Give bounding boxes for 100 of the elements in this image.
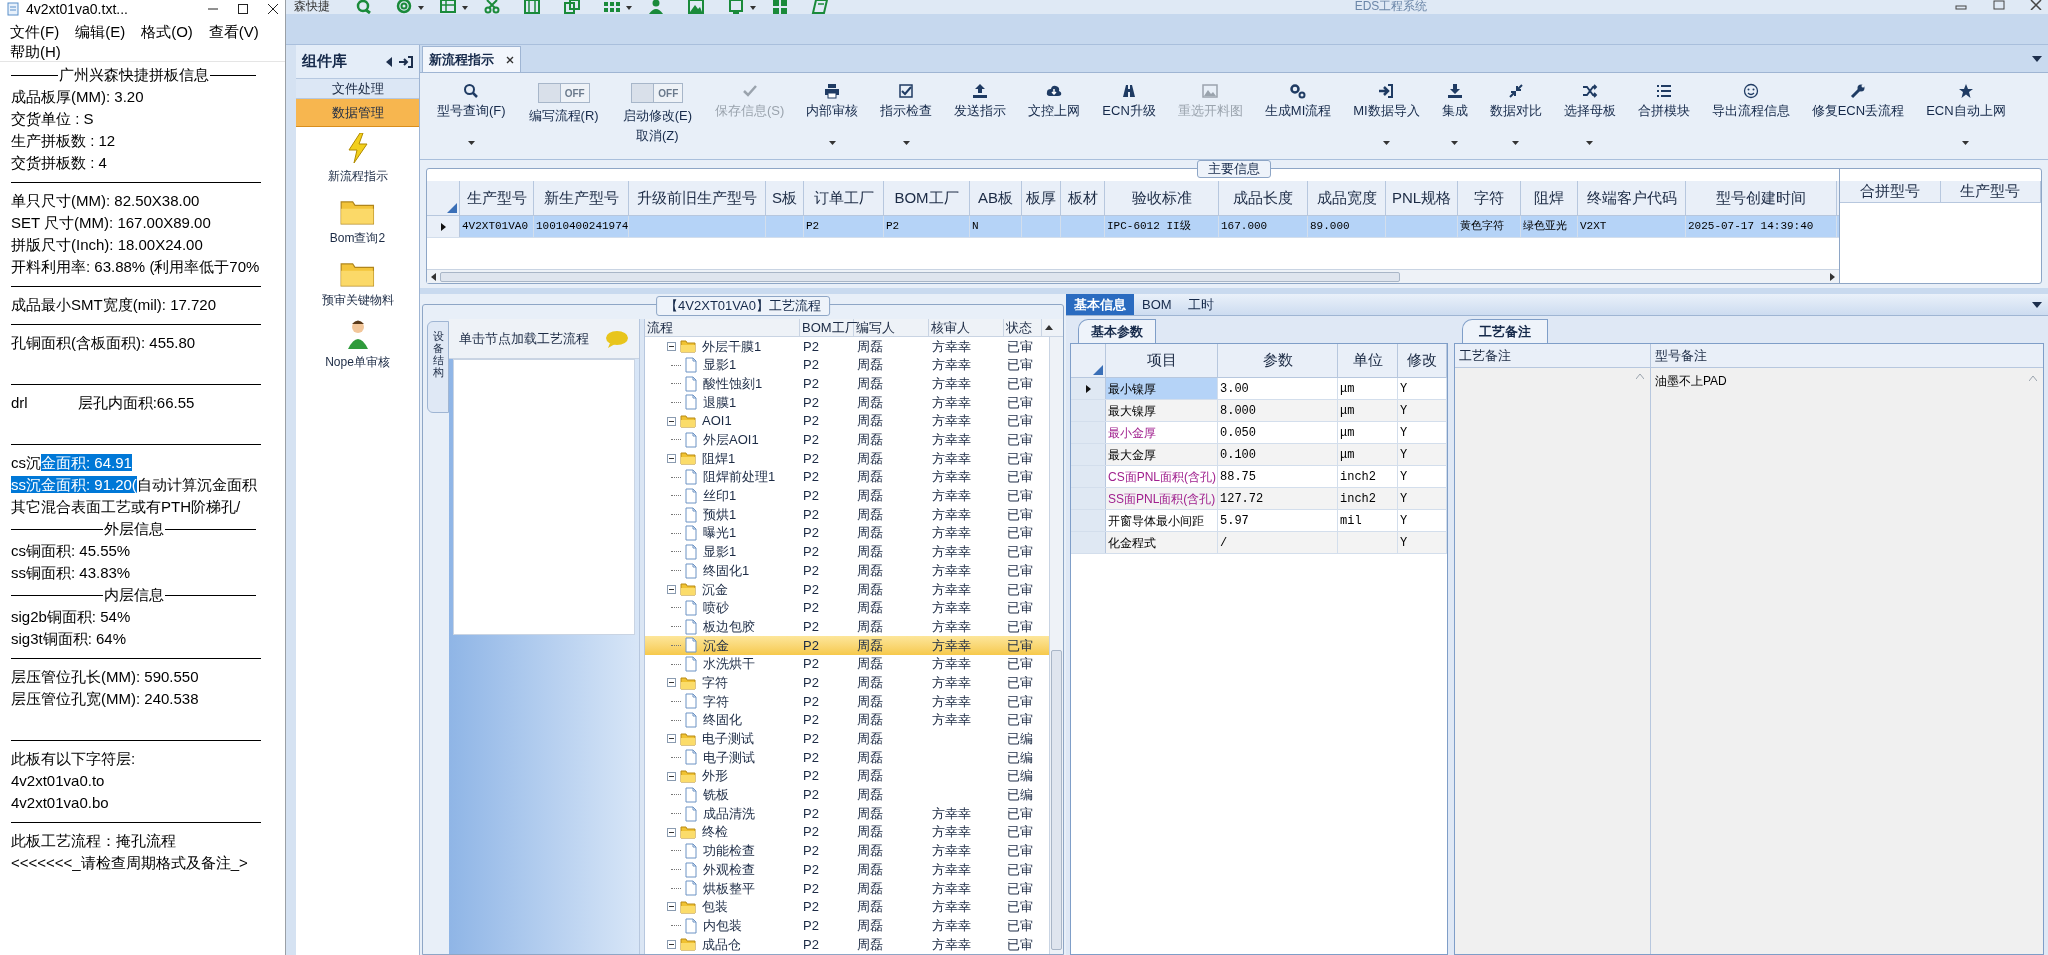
column-header[interactable]: S板	[766, 181, 804, 215]
collapse-icon[interactable]	[667, 453, 676, 463]
column-header[interactable]: PNL规格	[1386, 181, 1458, 215]
column-header[interactable]: 成品宽度	[1308, 181, 1386, 215]
film-icon[interactable]	[523, 0, 541, 14]
close-icon[interactable]	[267, 3, 279, 15]
caret-icon[interactable]	[626, 6, 632, 10]
tab[interactable]: 新流程指示	[422, 46, 521, 72]
sidebar-item[interactable]: Nope单审核	[325, 353, 390, 371]
collapse-icon[interactable]	[667, 827, 676, 837]
column-header[interactable]: 生产型号	[460, 181, 534, 215]
caret-icon[interactable]	[418, 6, 424, 10]
tree-row[interactable]: 喷砂 P2 周磊 方幸幸 已审	[645, 598, 1049, 618]
collapse-icon[interactable]	[667, 902, 676, 912]
column-header[interactable]: 单位	[1338, 344, 1398, 377]
tree-row[interactable]: 沉金 P2 周磊 方幸幸 已审	[645, 579, 1049, 599]
column-header[interactable]: 订单工厂	[804, 181, 884, 215]
menu-item[interactable]: 文件(F)	[8, 22, 62, 42]
toggle-switch[interactable]: OFF	[537, 83, 590, 103]
close-icon[interactable]	[2030, 0, 2042, 10]
tree-row[interactable]: 阻焊前处理1 P2 周磊 方幸幸 已审	[645, 467, 1049, 487]
caret-icon[interactable]	[750, 6, 756, 10]
picture-icon[interactable]	[687, 0, 705, 14]
table-row[interactable]: 最大金厚 0.100 μm Y	[1071, 444, 1447, 466]
tree-row[interactable]: 内包装 P2 周磊 方幸幸 已审	[645, 916, 1049, 935]
table-row[interactable]: 4V2XT01VA0 10010400241974 P2 P2 N IPC-6012 II级 167.000 89.000 黄色字符 绿色亚光 V2XT 2025-07-17 14:39:40	[427, 216, 1839, 238]
tree-row[interactable]: 沉金 P2 周磊 方幸幸 已审	[645, 636, 1049, 655]
column-header[interactable]: 型号备注	[1651, 344, 2043, 368]
scroll-left-icon[interactable]	[431, 272, 436, 281]
tab[interactable]: BOM	[1134, 294, 1180, 315]
column-header[interactable]: 型号创建时间	[1686, 181, 1837, 215]
column-header[interactable]: 生产型号	[1940, 181, 2041, 202]
tree-row[interactable]: 丝印1 P2 周磊 方幸幸 已审	[645, 486, 1049, 506]
tree-row[interactable]: AOI1 P2 周磊 方幸幸 已审	[645, 411, 1049, 431]
toggle-switch[interactable]: OFF	[631, 83, 684, 103]
toolbar-button[interactable]: 指示检查	[871, 83, 942, 145]
collapse-icon[interactable]	[667, 734, 676, 744]
tree-row[interactable]: 外层AOI1 P2 周磊 方幸幸 已审	[645, 430, 1049, 450]
book-icon[interactable]	[811, 0, 829, 14]
column-header[interactable]: 工艺备注	[1455, 344, 1650, 368]
toolbar-button[interactable]: 导出流程信息	[1702, 83, 1799, 119]
tree-row[interactable]: 字符 P2 周磊 方幸幸 已审	[645, 673, 1049, 693]
column-header[interactable]: 升级前旧生产型号	[629, 181, 766, 215]
tree-row[interactable]: 外观检查 P2 周磊 方幸幸 已审	[645, 860, 1049, 879]
tree-row[interactable]: 外形 P2 周磊 已编	[645, 766, 1049, 786]
toolbar-button[interactable]: MI数据导入	[1344, 83, 1429, 145]
tab[interactable]: 工时	[1179, 294, 1222, 315]
tree-row[interactable]: 退膜1 P2 周磊 方幸幸 已审	[645, 393, 1049, 412]
menu-item[interactable]: 查看(V)	[206, 22, 261, 42]
scroll-right-icon[interactable]	[1830, 272, 1835, 281]
column-header[interactable]: 成品长度	[1219, 181, 1308, 215]
table-icon[interactable]	[439, 0, 457, 14]
toolbar-button[interactable]: 内部审核	[797, 83, 868, 145]
tree-row[interactable]: 成品清洗 P2 周磊 方幸幸 已审	[645, 804, 1049, 823]
windows-icon[interactable]	[771, 0, 789, 14]
tree-row[interactable]: 电子测试 P2 周磊 已编	[645, 729, 1049, 749]
caret-icon[interactable]	[462, 6, 468, 10]
tablet-icon[interactable]	[727, 0, 745, 14]
menu-item[interactable]: 帮助(H)	[8, 42, 63, 62]
column-header[interactable]: 终端客户代码	[1578, 181, 1686, 215]
maximize-icon[interactable]	[237, 3, 249, 15]
tree-row[interactable]: 铣板 P2 周磊 已编	[645, 785, 1049, 805]
toolbar-button[interactable]: 取消(Z)	[636, 128, 679, 144]
grid-icon[interactable]	[603, 0, 621, 14]
copy-icon[interactable]	[563, 0, 581, 14]
tree-row[interactable]: 字符 P2 周磊 方幸幸 已审	[645, 692, 1049, 711]
toolbar-button[interactable]: 生成MI流程	[1255, 83, 1341, 119]
collapse-icon[interactable]	[667, 584, 676, 594]
tab[interactable]: 工艺备注	[1462, 319, 1548, 343]
section-tab[interactable]: 文件处理	[296, 79, 419, 99]
column-header[interactable]: 阻焊	[1521, 181, 1578, 215]
column-header[interactable]: 项目	[1106, 344, 1218, 377]
tree-row[interactable]: 板边包胶 P2 周磊 方幸幸 已审	[645, 617, 1049, 636]
toolbar-button[interactable]: 合拼模块	[1628, 83, 1699, 119]
lifebuoy-icon[interactable]	[395, 0, 413, 14]
close-icon[interactable]	[506, 55, 514, 64]
tree-row[interactable]: 终检 P2 周磊 方幸幸 已审	[645, 822, 1049, 842]
toolbar-button[interactable]: 文控上网	[1019, 83, 1090, 119]
tab[interactable]: 基本信息	[1066, 294, 1134, 315]
collapse-icon[interactable]	[667, 939, 676, 949]
column-header[interactable]: AB板	[970, 181, 1022, 215]
table-row[interactable]: 化金程式 / Y	[1071, 532, 1447, 554]
column-header[interactable]: 参数	[1218, 344, 1338, 377]
row-header[interactable]	[427, 216, 460, 237]
toolbar-button[interactable]: ECN自动上网	[1917, 83, 2015, 145]
toolbar-button[interactable]: 数据对比	[1480, 83, 1551, 145]
horizontal-scrollbar[interactable]	[427, 269, 1839, 283]
scissors-icon[interactable]	[483, 0, 501, 14]
menu-item[interactable]: 编辑(E)	[73, 22, 128, 42]
column-header[interactable]: 状态	[1004, 319, 1042, 336]
column-header[interactable]: 修改	[1398, 344, 1447, 377]
lightning-icon[interactable]	[345, 133, 370, 163]
sidebar-item[interactable]: 预审关键物料	[321, 291, 394, 309]
sidebar-item[interactable]: Bom查询2	[329, 229, 386, 247]
tree-row[interactable]: 电子测试 P2 周磊 已编	[645, 748, 1049, 767]
column-header[interactable]: 编写人	[854, 319, 929, 336]
table-row[interactable]: SS面PNL面积(含孔) 127.72 inch2 Y	[1071, 488, 1447, 510]
toolbar-button[interactable]: ECN升级	[1093, 83, 1165, 119]
tree-row[interactable]: 外层干膜1 P2 周磊 方幸幸 已审	[645, 337, 1049, 356]
tree-row[interactable]: 包装 P2 周磊 方幸幸 已审	[645, 897, 1049, 917]
